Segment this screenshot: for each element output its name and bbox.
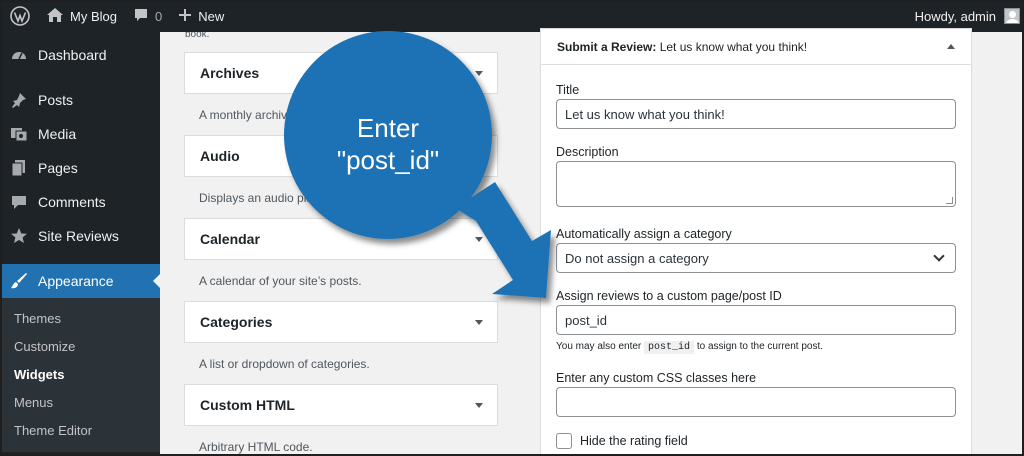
callout-annotation — [284, 31, 551, 298]
callout-line-2: "post_id" — [336, 145, 440, 175]
callout-text: Enter "post_id" — [296, 112, 480, 176]
callout-line-1: Enter — [356, 113, 420, 143]
callout-arrow-icon — [455, 182, 551, 298]
